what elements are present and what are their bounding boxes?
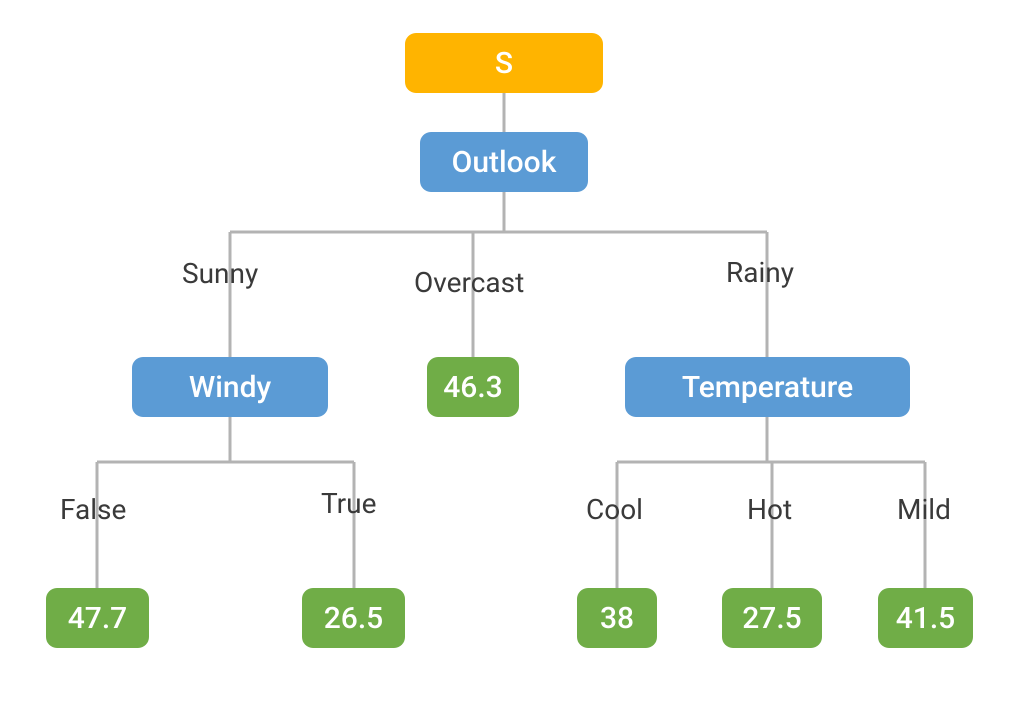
leaf-node-windy-true: 26.5 bbox=[302, 588, 405, 648]
edge-label-rainy: Rainy bbox=[726, 256, 794, 289]
leaf-node-windy-false: 47.7 bbox=[46, 588, 149, 648]
attribute-node-temperature: Temperature bbox=[625, 357, 910, 417]
leaf-node-overcast: 46.3 bbox=[427, 357, 519, 417]
edge-label-sunny: Sunny bbox=[182, 257, 258, 290]
edge-label-mild: Mild bbox=[897, 493, 951, 526]
attribute-node-outlook: Outlook bbox=[420, 132, 588, 192]
root-node: S bbox=[405, 33, 603, 93]
edge-label-true: True bbox=[321, 487, 376, 520]
edge-label-hot: Hot bbox=[747, 493, 792, 526]
leaf-node-temp-hot: 27.5 bbox=[722, 588, 822, 648]
leaf-node-temp-mild: 41.5 bbox=[878, 588, 973, 648]
edge-label-false: False bbox=[60, 493, 126, 526]
leaf-node-temp-cool: 38 bbox=[577, 588, 657, 648]
edge-label-overcast: Overcast bbox=[414, 266, 524, 299]
attribute-node-windy: Windy bbox=[132, 357, 328, 417]
decision-tree-diagram: S Outlook Sunny Overcast Rainy Windy 46.… bbox=[0, 0, 1025, 713]
edge-label-cool: Cool bbox=[586, 493, 643, 526]
